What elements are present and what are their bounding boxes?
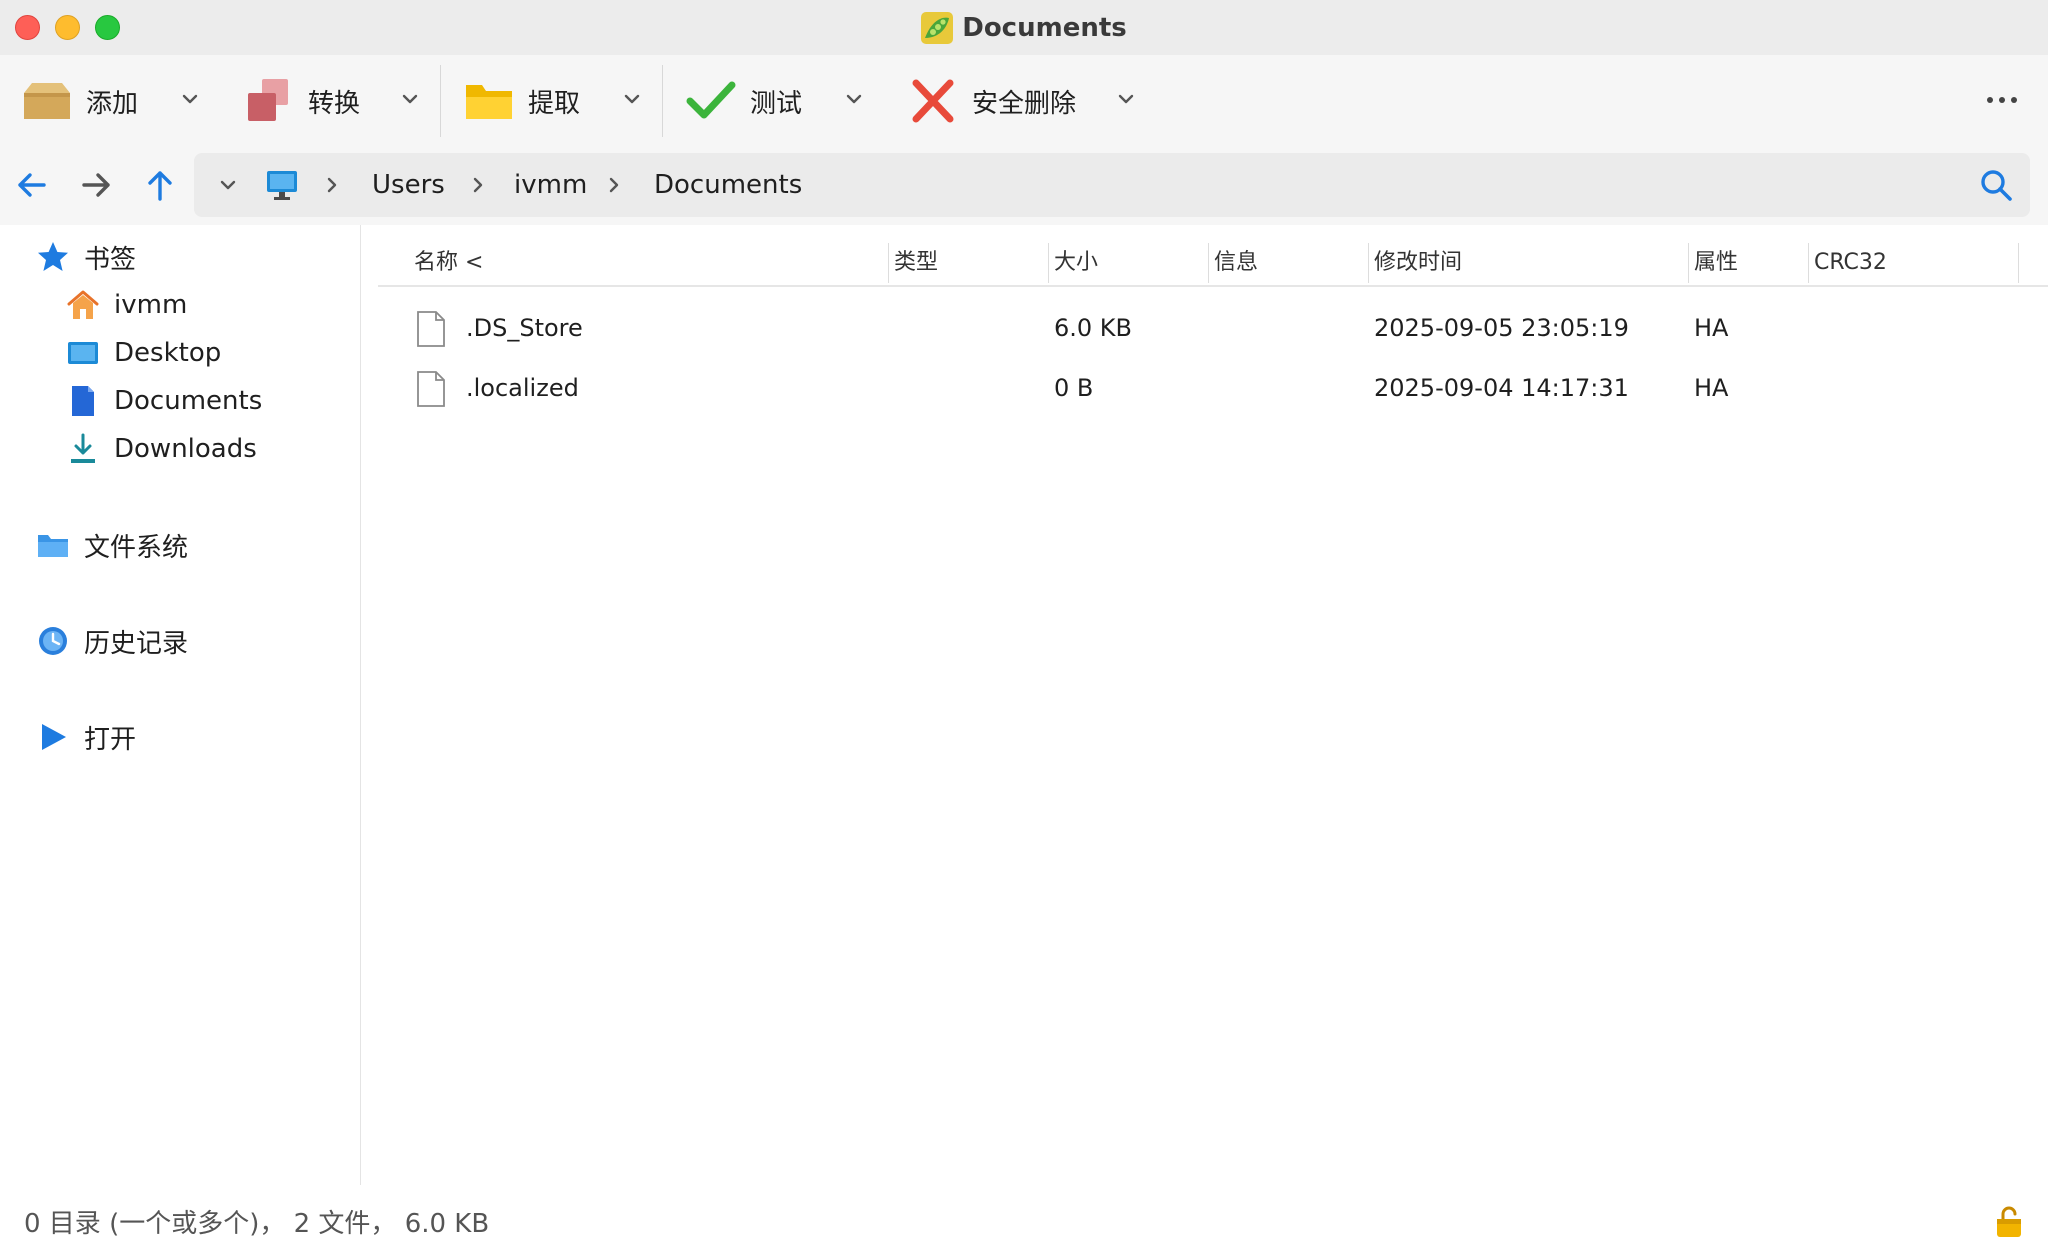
add-label: 添加 <box>86 88 139 119</box>
sidebar-history-label: 历史记录 <box>84 628 189 659</box>
path-segment-ivmm[interactable]: ivmm <box>514 153 587 217</box>
column-divider[interactable] <box>1808 243 1809 283</box>
sidebar-bookmarks-label: 书签 <box>84 244 137 275</box>
file-modified: 2025-09-05 23:05:19 <box>1374 314 1629 342</box>
column-divider[interactable] <box>2018 243 2019 283</box>
convert-dropdown-chevron-icon[interactable] <box>396 85 424 113</box>
column-divider[interactable] <box>888 243 889 283</box>
secure-delete-dropdown-chevron-icon[interactable] <box>1112 85 1140 113</box>
desktop-icon <box>68 342 98 364</box>
add-dropdown-chevron-icon[interactable] <box>176 85 204 113</box>
sidebar-item-downloads[interactable]: Downloads <box>66 429 257 469</box>
add-button[interactable]: 添加 <box>22 73 138 129</box>
sidebar-item-label: Desktop <box>114 338 222 368</box>
toolbar-divider <box>440 65 441 137</box>
file-name: .DS_Store <box>466 314 583 342</box>
history-clock-icon <box>39 627 67 655</box>
computer-icon[interactable] <box>264 167 300 203</box>
downloads-icon <box>71 433 95 463</box>
play-triangle-icon <box>42 724 66 750</box>
extract-button[interactable]: 提取 <box>464 73 580 129</box>
search-icon[interactable] <box>1978 167 2014 203</box>
path-separator-chevron-icon <box>609 177 619 193</box>
convert-button[interactable]: 转换 <box>244 73 360 129</box>
column-divider[interactable] <box>1048 243 1049 283</box>
column-header-modified[interactable]: 修改时间 <box>1374 243 1462 283</box>
unlocked-padlock-icon[interactable] <box>1994 1205 2024 1239</box>
test-label: 测试 <box>750 88 803 119</box>
sidebar-item-label: ivmm <box>114 290 188 320</box>
folder-icon <box>38 535 68 557</box>
column-divider[interactable] <box>1368 243 1369 283</box>
test-checkmark-icon <box>686 81 736 119</box>
file-name: .localized <box>466 374 579 402</box>
table-row[interactable]: .DS_Store 6.0 KB 2025-09-05 23:05:19 HA <box>378 299 2048 357</box>
app-window: Documents 添加 转换 提取 测试 安全删除 Users ivmm Do… <box>0 0 2048 1258</box>
navigation-bar: Users ivmm Documents <box>0 145 2048 225</box>
status-bar: 0 目录 (一个或多个)， 2 文件， 6.0 KB <box>0 1185 2048 1258</box>
extract-label: 提取 <box>528 88 581 119</box>
sidebar-item-desktop[interactable]: Desktop <box>66 333 221 373</box>
file-size: 6.0 KB <box>1054 314 1132 342</box>
more-ellipsis-icon[interactable] <box>1982 85 2022 115</box>
column-header-size[interactable]: 大小 <box>1054 243 1098 283</box>
sidebar-item-label: Documents <box>114 386 263 416</box>
secure-delete-x-icon <box>912 79 954 123</box>
test-button[interactable]: 测试 <box>686 73 802 129</box>
toolbar: 添加 转换 提取 测试 安全删除 <box>0 55 2048 145</box>
file-modified: 2025-09-04 14:17:31 <box>1374 374 1629 402</box>
test-dropdown-chevron-icon[interactable] <box>840 85 868 113</box>
sidebar-open-label: 打开 <box>84 724 137 755</box>
file-icon <box>417 371 445 407</box>
file-attributes: HA <box>1694 314 1729 342</box>
secure-delete-button[interactable]: 安全删除 <box>908 73 1076 129</box>
sidebar-history[interactable]: 历史记录 <box>36 621 188 661</box>
back-arrow-icon[interactable] <box>12 165 52 205</box>
sidebar-item-ivmm[interactable]: ivmm <box>66 285 187 325</box>
convert-label: 转换 <box>308 88 361 119</box>
table-row[interactable]: .localized 0 B 2025-09-04 14:17:31 HA <box>378 359 2048 417</box>
window-title-group: Documents <box>0 0 2048 55</box>
home-icon <box>67 290 99 319</box>
pea-pod-app-icon <box>921 11 954 44</box>
path-segment-users[interactable]: Users <box>372 153 445 217</box>
sidebar-open[interactable]: 打开 <box>36 717 136 757</box>
column-divider[interactable] <box>1688 243 1689 283</box>
extract-dropdown-chevron-icon[interactable] <box>618 85 646 113</box>
column-header-crc32[interactable]: CRC32 <box>1814 243 1887 283</box>
sidebar-bookmarks-header[interactable]: 书签 <box>36 237 136 277</box>
sidebar-filesystem-label: 文件系统 <box>84 532 189 563</box>
column-header-attributes[interactable]: 属性 <box>1694 243 1738 283</box>
add-archive-box-icon <box>24 83 70 119</box>
sidebar-item-documents[interactable]: Documents <box>66 381 262 421</box>
sidebar-filesystem[interactable]: 文件系统 <box>36 525 188 565</box>
sidebar-item-label: Downloads <box>114 434 257 464</box>
extract-folder-icon <box>466 85 512 119</box>
window-title: Documents <box>962 12 1127 43</box>
path-segment-documents[interactable]: Documents <box>654 153 802 217</box>
up-arrow-icon[interactable] <box>140 165 180 205</box>
path-separator-chevron-icon <box>327 177 337 193</box>
path-separator-chevron-icon <box>473 177 483 193</box>
column-divider[interactable] <box>1208 243 1209 283</box>
sidebar: 书签 ivmm Desktop Documents Downloads 文件系统… <box>0 225 361 1185</box>
file-list: 名称 < 类型 大小 信息 修改时间 属性 CRC32 .DS_Store 6.… <box>378 225 2048 1185</box>
toolbar-divider <box>662 65 663 137</box>
secure-delete-label: 安全删除 <box>972 88 1077 119</box>
title-bar: Documents <box>0 0 2048 55</box>
documents-icon <box>72 386 94 416</box>
convert-icon <box>248 79 288 121</box>
star-icon <box>38 242 68 271</box>
forward-arrow-icon[interactable] <box>76 165 116 205</box>
file-icon <box>417 311 445 347</box>
column-header-type[interactable]: 类型 <box>894 243 938 283</box>
column-header-name[interactable]: 名称 < <box>414 243 483 283</box>
file-attributes: HA <box>1694 374 1729 402</box>
status-summary: 0 目录 (一个或多个)， 2 文件， 6.0 KB <box>24 1209 490 1239</box>
path-bar[interactable]: Users ivmm Documents <box>194 153 2030 217</box>
file-size: 0 B <box>1054 374 1094 402</box>
path-dropdown-chevron-icon[interactable] <box>216 173 240 197</box>
header-divider-line <box>378 285 2048 287</box>
column-header-info[interactable]: 信息 <box>1214 243 1258 283</box>
